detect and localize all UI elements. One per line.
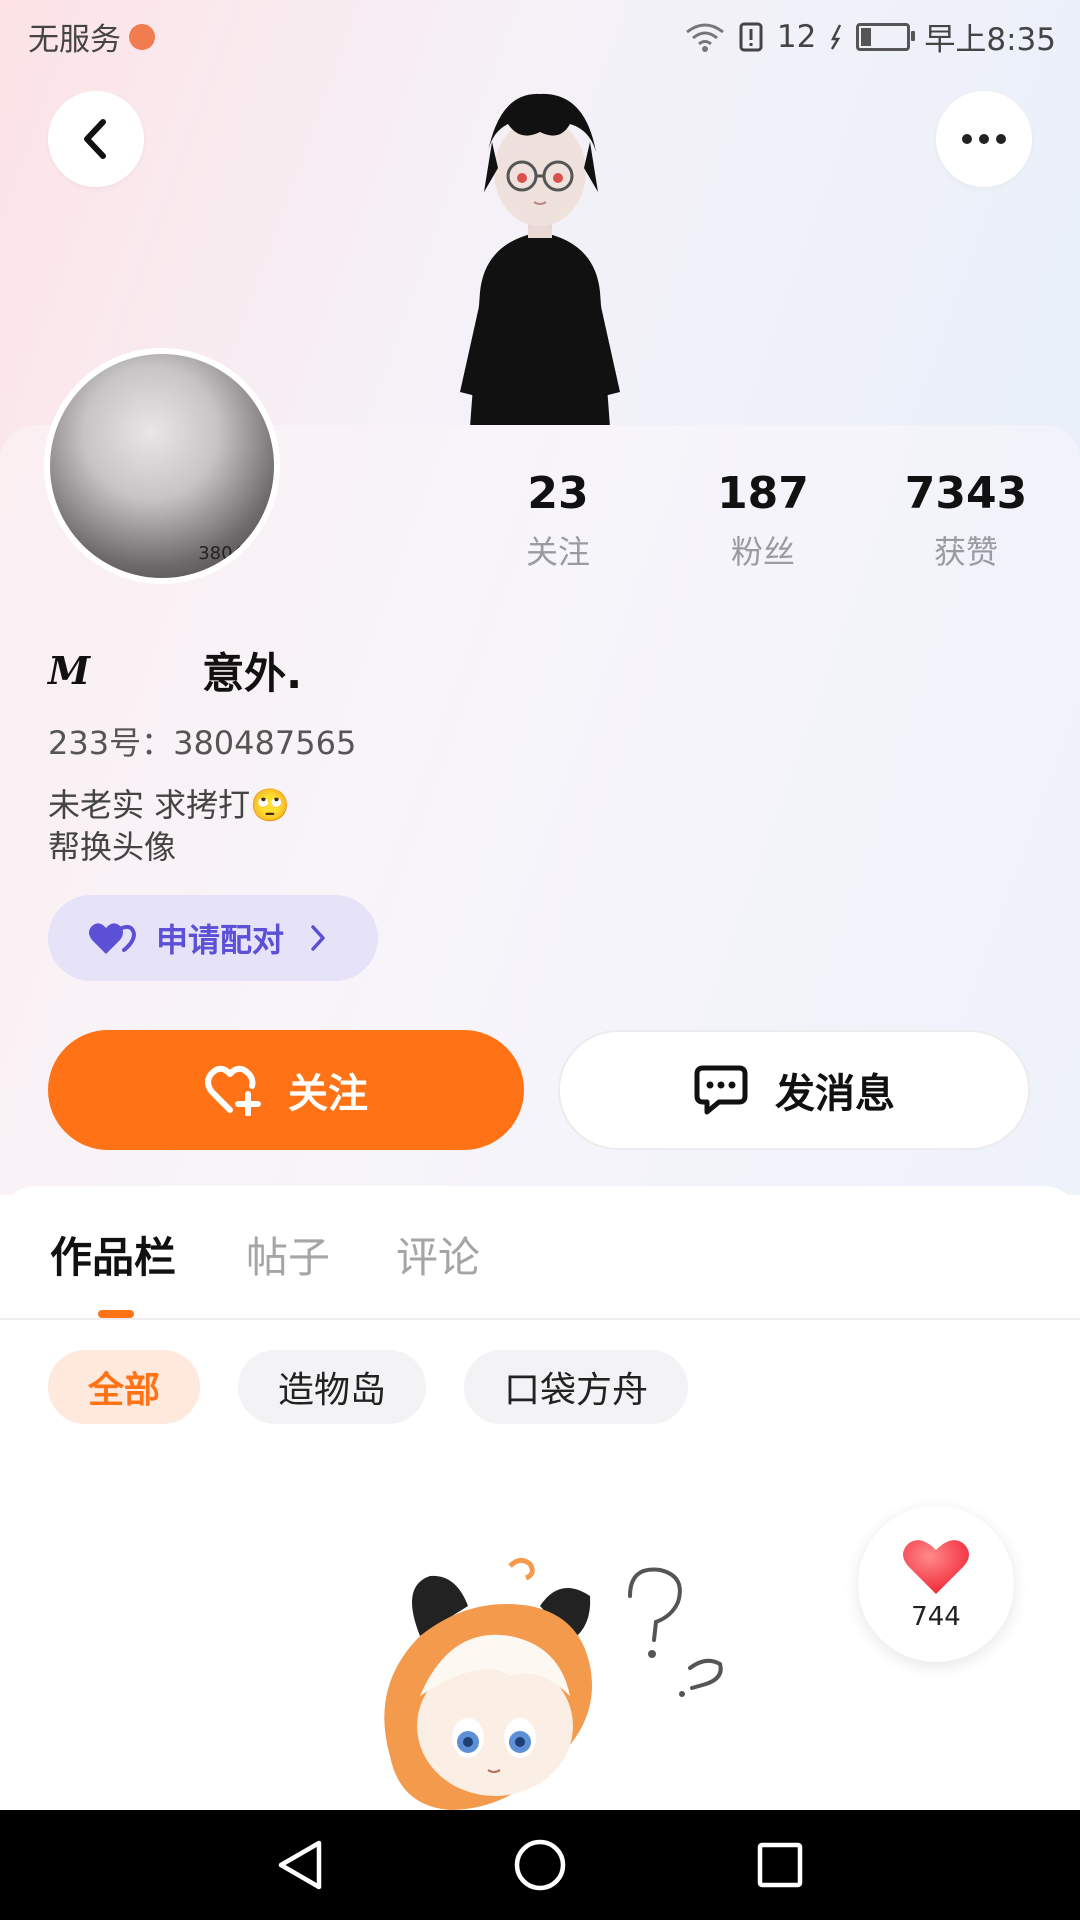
message-button[interactable]: 发消息	[558, 1030, 1030, 1150]
empty-state-mascot	[384, 1558, 723, 1810]
battery-icon	[856, 22, 916, 51]
system-nav-bar	[0, 1810, 1080, 1920]
like-bubble[interactable]: 744	[858, 1506, 1014, 1662]
signal-text: 12	[776, 18, 817, 55]
content-panel: 作品栏 帖子 评论 全部 造物岛 口袋方舟	[0, 1186, 1080, 1810]
more-button[interactable]	[936, 91, 1032, 187]
stat-count: 7343	[904, 468, 1028, 519]
back-button[interactable]	[48, 91, 144, 187]
nav-home-button[interactable]	[480, 1810, 600, 1920]
tab-works[interactable]: 作品栏	[50, 1224, 176, 1285]
sim-alert-icon	[739, 22, 763, 51]
filter-chips: 全部 造物岛 口袋方舟	[48, 1350, 689, 1424]
name-prefix: M	[48, 648, 91, 693]
chevron-right-icon	[311, 925, 325, 951]
heart-plus-icon	[205, 1065, 261, 1116]
stat-likes[interactable]: 7343 获赞	[886, 468, 1046, 573]
avatar-watermark: 3804	[198, 543, 244, 564]
heart-icon	[903, 1540, 969, 1594]
message-label: 发消息	[775, 1071, 895, 1117]
request-pair-button[interactable]: 申请配对	[48, 895, 378, 981]
avatar[interactable]: 3804	[44, 348, 280, 584]
like-count: 744	[911, 1602, 961, 1632]
more-icon	[962, 134, 1006, 144]
circle-home-icon	[514, 1839, 566, 1891]
charging-icon	[831, 23, 842, 50]
nav-back-button[interactable]	[240, 1810, 360, 1920]
wifi-icon	[686, 23, 724, 52]
follow-button[interactable]: 关注	[48, 1030, 524, 1150]
stat-count: 187	[717, 468, 809, 519]
notification-icon	[129, 23, 155, 50]
clock-text: 早上8:35	[924, 22, 1056, 58]
status-bar: 无服务 12 早上8:35	[0, 0, 1080, 72]
tab-posts[interactable]: 帖子	[246, 1224, 330, 1285]
stat-label: 关注	[525, 533, 590, 571]
tab-indicator	[98, 1310, 134, 1318]
nav-recents-button[interactable]	[720, 1810, 840, 1920]
tab-comments[interactable]: 评论	[396, 1224, 480, 1285]
follow-label: 关注	[288, 1071, 368, 1117]
stat-label: 粉丝	[730, 533, 795, 571]
stat-following[interactable]: 23 关注	[478, 468, 638, 573]
profile-tabs: 作品栏 帖子 评论	[0, 1186, 1080, 1320]
character-figure	[460, 93, 620, 427]
filter-chip-all[interactable]: 全部	[48, 1350, 201, 1424]
heart-pair-icon	[89, 923, 137, 954]
filter-chip-creation-island[interactable]: 造物岛	[238, 1350, 427, 1424]
triangle-back-icon	[278, 1840, 322, 1890]
filter-chip-pocket-ark[interactable]: 口袋方舟	[464, 1350, 689, 1424]
user-bio: 未老实 求拷打🙄 帮换头像	[48, 786, 291, 866]
chevron-left-icon	[84, 119, 106, 159]
stat-label: 获赞	[933, 533, 998, 571]
request-pair-label: 申请配对	[156, 921, 285, 959]
stat-followers[interactable]: 187 粉丝	[683, 468, 843, 573]
display-name: 意外.	[202, 649, 303, 698]
avatar-image: 3804	[50, 354, 274, 578]
user-name: M 意外.	[48, 640, 302, 701]
chat-bubble-icon	[694, 1065, 748, 1115]
square-recents-icon	[757, 1842, 803, 1888]
user-id: 233号：380487565	[48, 724, 357, 762]
carrier-text: 无服务	[28, 22, 121, 58]
stat-count: 23	[527, 468, 589, 519]
